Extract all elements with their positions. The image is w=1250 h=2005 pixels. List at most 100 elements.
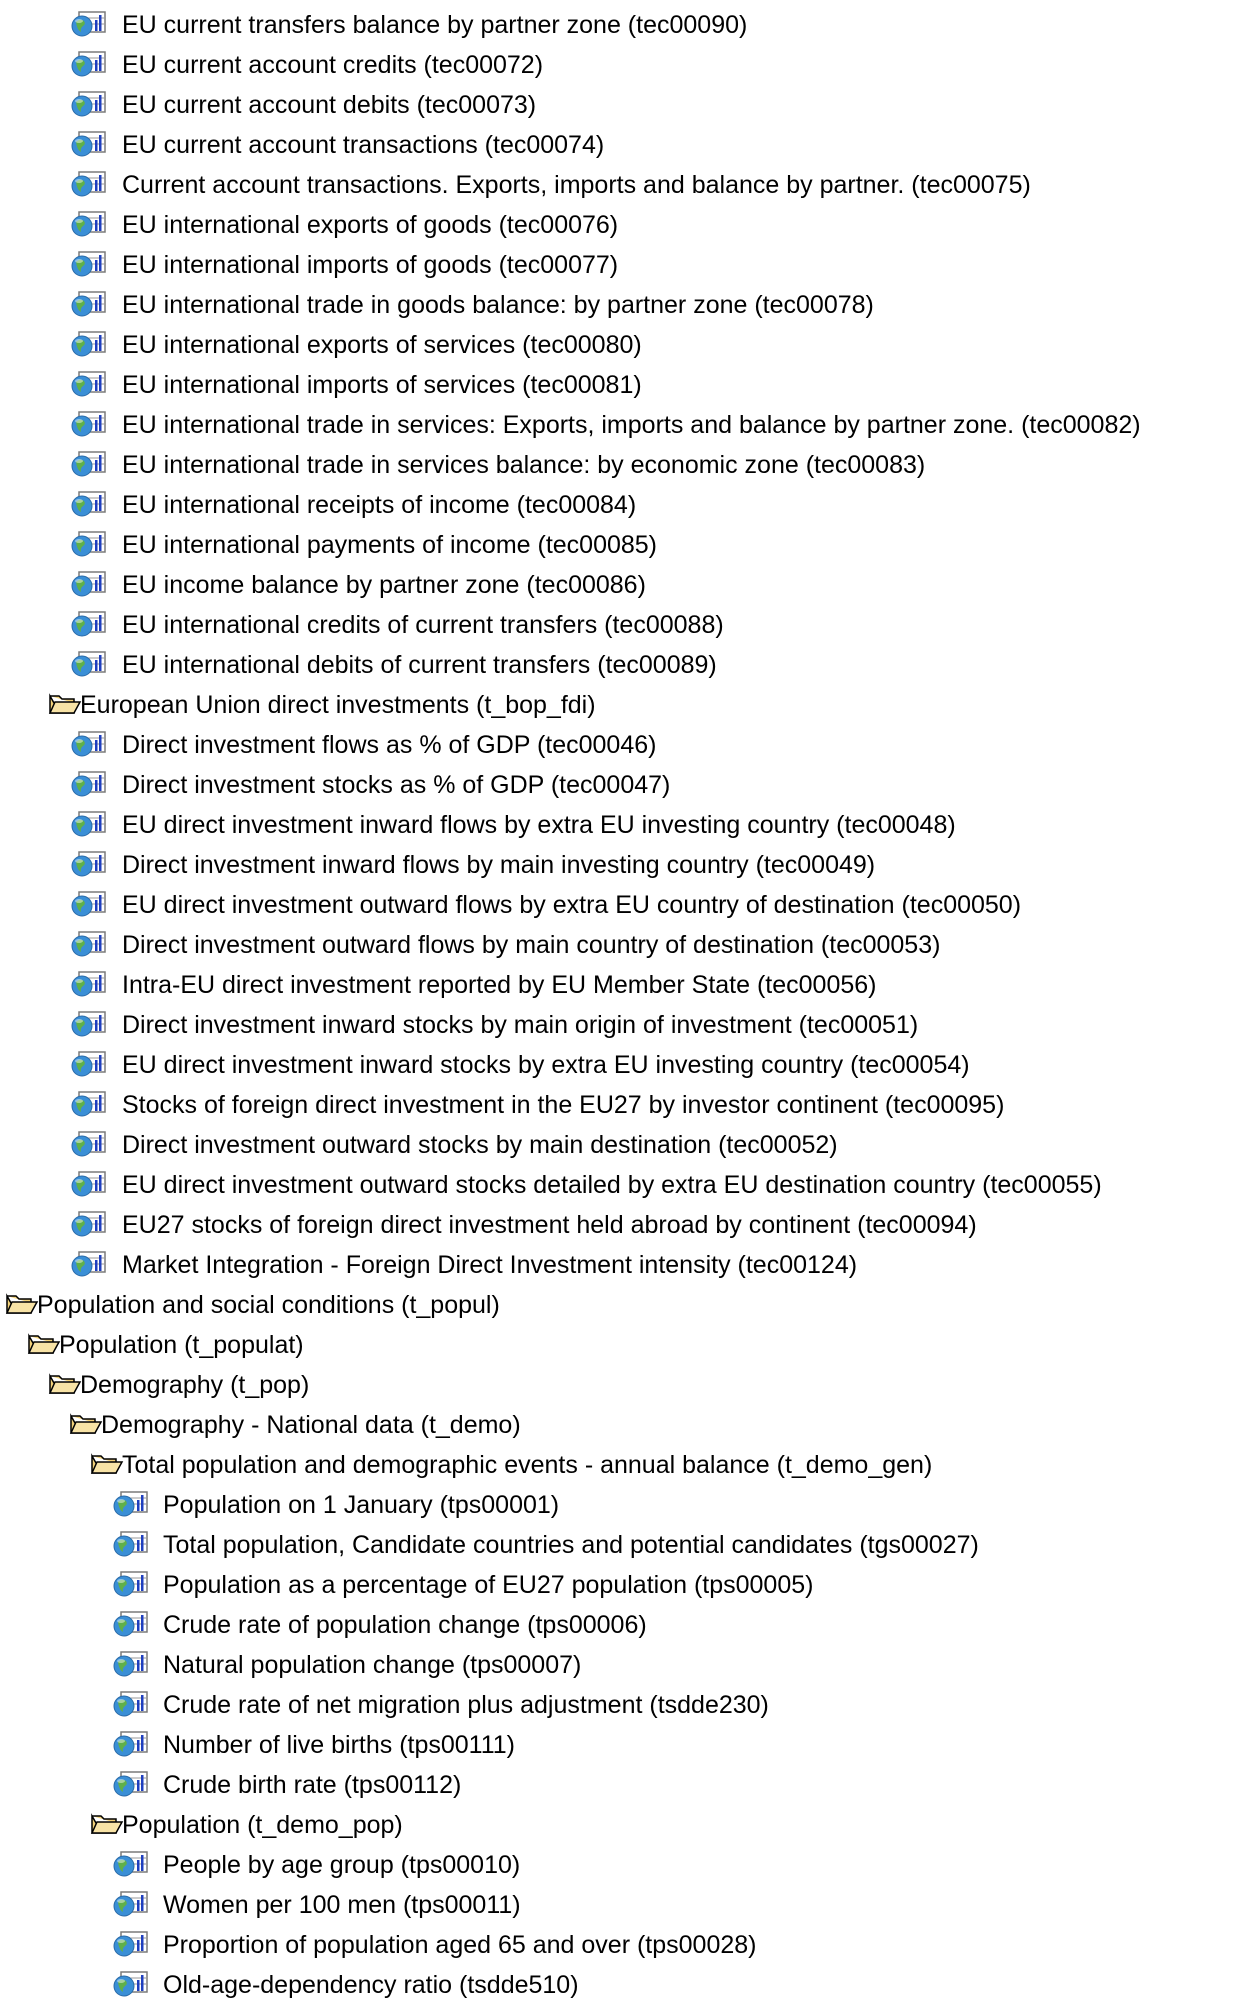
tree-dataset-node[interactable]: Population on 1 January (tps00001) [0,1485,1250,1525]
tree-dataset-node[interactable]: Direct investment outward stocks by main… [0,1125,1250,1165]
dataset-label[interactable]: EU direct investment inward flows by ext… [122,805,956,845]
tree-folder-node[interactable]: Population and social conditions (t_popu… [0,1285,1250,1325]
tree-dataset-node[interactable]: EU direct investment outward stocks deta… [0,1165,1250,1205]
dataset-label[interactable]: Stocks of foreign direct investment in t… [122,1085,1004,1125]
dataset-label[interactable]: EU direct investment inward stocks by ex… [122,1045,970,1085]
tree-dataset-node[interactable]: Stocks of foreign direct investment in t… [0,1085,1250,1125]
tree-dataset-node[interactable]: Direct investment outward flows by main … [0,925,1250,965]
dataset-label[interactable]: Direct investment flows as % of GDP (tec… [122,725,656,765]
dataset-label[interactable]: EU international exports of services (te… [122,325,642,365]
dataset-label[interactable]: Crude rate of population change (tps0000… [163,1605,647,1645]
tree-dataset-node[interactable]: Women per 100 men (tps00011) [0,1885,1250,1925]
tree-dataset-node[interactable]: Total population, Candidate countries an… [0,1525,1250,1565]
tree-dataset-node[interactable]: EU international trade in services: Expo… [0,405,1250,445]
tree-dataset-node[interactable]: EU international debits of current trans… [0,645,1250,685]
dataset-label[interactable]: EU international receipts of income (tec… [122,485,636,525]
tree-dataset-node[interactable]: EU international imports of services (te… [0,365,1250,405]
tree-dataset-node[interactable]: Direct investment stocks as % of GDP (te… [0,765,1250,805]
tree-dataset-node[interactable]: Proportion of population aged 65 and ove… [0,1925,1250,1965]
dataset-label[interactable]: EU international debits of current trans… [122,645,717,685]
dataset-label[interactable]: Crude rate of net migration plus adjustm… [163,1685,769,1725]
tree-dataset-node[interactable]: Direct investment flows as % of GDP (tec… [0,725,1250,765]
tree-dataset-node[interactable]: EU international receipts of income (tec… [0,485,1250,525]
dataset-label[interactable]: EU current account debits (tec00073) [122,85,536,125]
folder-label[interactable]: Population (t_demo_pop) [122,1805,403,1845]
tree-dataset-node[interactable]: EU current account transactions (tec0007… [0,125,1250,165]
dataset-label[interactable]: EU income balance by partner zone (tec00… [122,565,646,605]
tree-folder-node[interactable]: Population (t_populat) [0,1325,1250,1365]
dataset-label[interactable]: Direct investment inward flows by main i… [122,845,875,885]
folder-label[interactable]: Demography - National data (t_demo) [101,1405,521,1445]
tree-folder-node[interactable]: Demography - National data (t_demo) [0,1405,1250,1445]
dataset-label[interactable]: EU direct investment outward stocks deta… [122,1165,1102,1205]
tree-dataset-node[interactable]: EU international imports of goods (tec00… [0,245,1250,285]
tree-dataset-node[interactable]: EU current transfers balance by partner … [0,5,1250,45]
dataset-label[interactable]: Direct investment stocks as % of GDP (te… [122,765,670,805]
tree-dataset-node[interactable]: Intra-EU direct investment reported by E… [0,965,1250,1005]
tree-dataset-node[interactable]: EU income balance by partner zone (tec00… [0,565,1250,605]
tree-folder-node[interactable]: Population (t_demo_pop) [0,1805,1250,1845]
dataset-label[interactable]: Current account transactions. Exports, i… [122,165,1031,205]
folder-label[interactable]: Demography (t_pop) [80,1365,309,1405]
tree-dataset-node[interactable]: Natural population change (tps00007) [0,1645,1250,1685]
dataset-label[interactable]: Total population, Candidate countries an… [163,1525,979,1565]
dataset-label[interactable]: Population as a percentage of EU27 popul… [163,1565,813,1605]
tree-dataset-node[interactable]: EU current account credits (tec00072) [0,45,1250,85]
dataset-label[interactable]: Market Integration - Foreign Direct Inve… [122,1245,857,1285]
tree-dataset-node[interactable]: Market Integration - Foreign Direct Inve… [0,1245,1250,1285]
dataset-label[interactable]: Old-age-dependency ratio (tsdde510) [163,1965,579,2005]
dataset-label[interactable]: EU international trade in goods balance:… [122,285,874,325]
dataset-label[interactable]: EU international trade in services: Expo… [122,405,1141,445]
dataset-label[interactable]: EU international exports of goods (tec00… [122,205,618,245]
dataset-label[interactable]: EU direct investment outward flows by ex… [122,885,1021,925]
dataset-label[interactable]: Crude birth rate (tps00112) [163,1765,461,1805]
tree-dataset-node[interactable]: EU international credits of current tran… [0,605,1250,645]
dataset-label[interactable]: EU international trade in services balan… [122,445,925,485]
tree-dataset-node[interactable]: Current account transactions. Exports, i… [0,165,1250,205]
dataset-label[interactable]: Number of live births (tps00111) [163,1725,515,1765]
tree-dataset-node[interactable]: People by age group (tps00010) [0,1845,1250,1885]
tree-dataset-node[interactable]: Direct investment inward stocks by main … [0,1005,1250,1045]
tree-dataset-node[interactable]: EU international trade in goods balance:… [0,285,1250,325]
dataset-label[interactable]: EU international imports of services (te… [122,365,642,405]
tree-dataset-node[interactable]: Crude rate of population change (tps0000… [0,1605,1250,1645]
tree-dataset-node[interactable]: Population as a percentage of EU27 popul… [0,1565,1250,1605]
tree-dataset-node[interactable]: EU direct investment inward flows by ext… [0,805,1250,845]
folder-label[interactable]: Population (t_populat) [59,1325,304,1365]
folder-label[interactable]: Population and social conditions (t_popu… [37,1285,500,1325]
dataset-label[interactable]: EU international credits of current tran… [122,605,724,645]
dataset-label[interactable]: EU current account credits (tec00072) [122,45,543,85]
tree-dataset-node[interactable]: EU international payments of income (tec… [0,525,1250,565]
tree-dataset-node[interactable]: Number of live births (tps00111) [0,1725,1250,1765]
dataset-label[interactable]: EU international payments of income (tec… [122,525,657,565]
tree-dataset-node[interactable]: EU direct investment inward stocks by ex… [0,1045,1250,1085]
folder-label[interactable]: European Union direct investments (t_bop… [80,685,596,725]
dataset-label[interactable]: EU current transfers balance by partner … [122,5,747,45]
dataset-label[interactable]: Intra-EU direct investment reported by E… [122,965,877,1005]
tree-folder-node[interactable]: Total population and demographic events … [0,1445,1250,1485]
dataset-label[interactable]: EU current account transactions (tec0007… [122,125,604,165]
tree-dataset-node[interactable]: EU international exports of services (te… [0,325,1250,365]
dataset-label[interactable]: EU international imports of goods (tec00… [122,245,618,285]
dataset-label[interactable]: Direct investment outward stocks by main… [122,1125,838,1165]
folder-label[interactable]: Total population and demographic events … [122,1445,932,1485]
tree-dataset-node[interactable]: Crude birth rate (tps00112) [0,1765,1250,1805]
dataset-label[interactable]: EU27 stocks of foreign direct investment… [122,1205,977,1245]
dataset-label[interactable]: Direct investment inward stocks by main … [122,1005,918,1045]
tree-folder-node[interactable]: European Union direct investments (t_bop… [0,685,1250,725]
tree-dataset-node[interactable]: Old-age-dependency ratio (tsdde510) [0,1965,1250,2005]
tree-dataset-node[interactable]: EU international exports of goods (tec00… [0,205,1250,245]
tree-dataset-node[interactable]: EU current account debits (tec00073) [0,85,1250,125]
tree-dataset-node[interactable]: EU27 stocks of foreign direct investment… [0,1205,1250,1245]
tree-dataset-node[interactable]: EU direct investment outward flows by ex… [0,885,1250,925]
tree-dataset-node[interactable]: Direct investment inward flows by main i… [0,845,1250,885]
dataset-label[interactable]: People by age group (tps00010) [163,1845,520,1885]
dataset-label[interactable]: Population on 1 January (tps00001) [163,1485,559,1525]
dataset-label[interactable]: Natural population change (tps00007) [163,1645,581,1685]
dataset-label[interactable]: Women per 100 men (tps00011) [163,1885,521,1925]
tree-dataset-node[interactable]: Crude rate of net migration plus adjustm… [0,1685,1250,1725]
dataset-label[interactable]: Direct investment outward flows by main … [122,925,940,965]
tree-dataset-node[interactable]: EU international trade in services balan… [0,445,1250,485]
tree-folder-node[interactable]: Demography (t_pop) [0,1365,1250,1405]
dataset-label[interactable]: Proportion of population aged 65 and ove… [163,1925,756,1965]
